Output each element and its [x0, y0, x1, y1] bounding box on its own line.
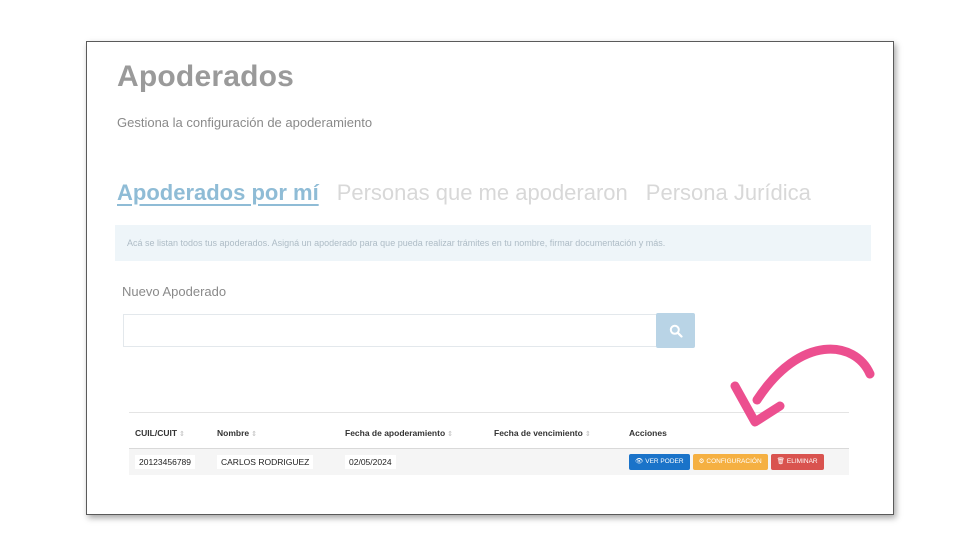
- cell-fecha-apoderamiento: 02/05/2024: [345, 455, 396, 469]
- col-fecha-vencimiento[interactable]: Fecha de vencimiento ⇕: [494, 428, 629, 438]
- col-fecha-apoderamiento[interactable]: Fecha de apoderamiento ⇕: [345, 428, 494, 438]
- cell-cuil: 20123456789: [135, 455, 196, 469]
- tab-personas-que-me-apoderaron[interactable]: Personas que me apoderaron: [337, 180, 628, 206]
- table-row: 20123456789 CARLOS RODRIGUEZ 02/05/2024 …: [129, 449, 849, 475]
- row-actions: 👁 VER PODER ⚙ CONFIGURACIÓN 🗑 ELIMINAR: [629, 454, 849, 470]
- configuracion-button[interactable]: ⚙ CONFIGURACIÓN: [692, 454, 768, 470]
- nuevo-apoderado-input[interactable]: [123, 314, 656, 347]
- eye-icon: 👁: [635, 458, 644, 465]
- trash-icon: 🗑: [776, 458, 785, 465]
- curved-arrow-icon: [730, 344, 875, 427]
- ver-poder-button[interactable]: 👁 VER PODER: [629, 454, 690, 470]
- gear-icon: ⚙: [698, 458, 705, 465]
- search-icon: [669, 324, 683, 338]
- apoderados-panel: Apoderados Gestiona la configuración de …: [86, 41, 894, 515]
- search-button[interactable]: [656, 313, 695, 348]
- info-banner: Acá se listan todos tus apoderados. Asig…: [115, 225, 871, 261]
- page-subtitle: Gestiona la configuración de apoderamien…: [117, 115, 373, 130]
- col-cuil[interactable]: CUIL/CUIT ⇕: [129, 428, 217, 438]
- tab-persona-juridica[interactable]: Persona Jurídica: [646, 180, 811, 206]
- eliminar-button[interactable]: 🗑 ELIMINAR: [770, 454, 824, 470]
- tab-apoderados-por-mi[interactable]: Apoderados por mí: [117, 180, 319, 206]
- nuevo-apoderado-label: Nuevo Apoderado: [122, 284, 227, 299]
- col-nombre[interactable]: Nombre ⇕: [217, 428, 345, 438]
- page-title: Apoderados: [117, 60, 295, 93]
- tab-bar: Apoderados por mí Personas que me apoder…: [117, 180, 811, 206]
- cell-nombre: CARLOS RODRIGUEZ: [217, 455, 314, 469]
